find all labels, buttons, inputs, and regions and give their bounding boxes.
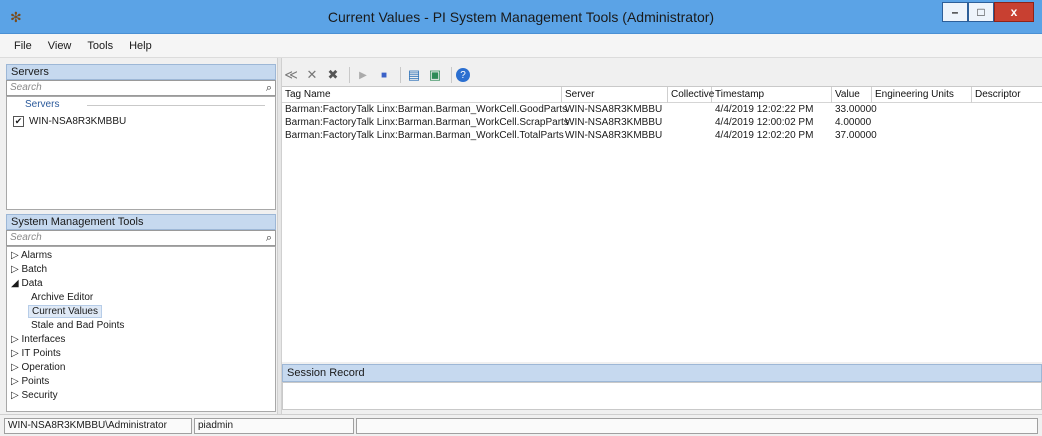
remove-all-icon[interactable]: ✖: [324, 66, 342, 84]
tree-item-security[interactable]: ▷ Security: [11, 390, 58, 401]
search-icon[interactable]: ⌕: [266, 81, 272, 95]
toolbar-separator: [451, 67, 452, 83]
toolbar-separator: [349, 67, 350, 83]
toolbar: ≪ ✕ ✖ ▶ ■ ▤ ▣ ?: [282, 64, 473, 86]
window-title: Current Values - PI System Management To…: [327, 9, 715, 25]
col-engineering-units[interactable]: Engineering Units: [872, 87, 972, 103]
current-values-table: Tag Name Server Collective Timestamp Val…: [282, 86, 1042, 362]
stop-icon[interactable]: ■: [375, 66, 393, 84]
tree-item-data[interactable]: ◢ Data: [11, 278, 43, 289]
tree-item-label: Data: [21, 278, 43, 289]
cell-server: WIN-NSA8R3KMBBU: [565, 104, 663, 115]
tree-item-current-values[interactable]: Current Values: [28, 305, 102, 318]
maximize-button[interactable]: □: [968, 2, 994, 22]
servers-list: Servers ✔ WIN-NSA8R3KMBBU: [6, 96, 276, 210]
status-user: WIN-NSA8R3KMBBU\Administrator: [4, 418, 192, 434]
group-divider: [87, 105, 265, 106]
search-icon[interactable]: ⌕: [266, 231, 272, 245]
expander-icon[interactable]: ▷: [11, 334, 19, 345]
expander-icon[interactable]: ◢: [11, 278, 19, 289]
tree-item-stale-bad-points[interactable]: Stale and Bad Points: [31, 320, 124, 331]
tree-item-archive-editor[interactable]: Archive Editor: [31, 292, 93, 303]
menu-bar: File View Tools Help: [0, 34, 1042, 58]
refresh-icon[interactable]: ▣: [426, 66, 444, 84]
col-server[interactable]: Server: [562, 87, 668, 103]
tree-item-batch[interactable]: ▷ Batch: [11, 264, 47, 275]
expander-icon[interactable]: ▷: [11, 250, 19, 261]
expander-icon[interactable]: ▷: [11, 390, 19, 401]
help-icon[interactable]: ?: [456, 68, 470, 82]
server-checkbox[interactable]: ✔: [13, 116, 24, 127]
cell-tag-name: Barman:FactoryTalk Linx:Barman.Barman_Wo…: [285, 117, 569, 128]
title-bar[interactable]: ✻ Current Values - PI System Management …: [0, 0, 1042, 34]
tree-item-operation[interactable]: ▷ Operation: [11, 362, 65, 373]
menu-tools[interactable]: Tools: [87, 40, 113, 52]
menu-view[interactable]: View: [48, 40, 72, 52]
tree-item-label: Stale and Bad Points: [31, 320, 125, 331]
col-tag-name[interactable]: Tag Name: [282, 87, 562, 103]
toolbar-separator: [400, 67, 401, 83]
servers-search-input[interactable]: Search ⌕: [6, 80, 276, 96]
expander-icon[interactable]: ▷: [11, 376, 19, 387]
cell-value: 33.00000: [835, 104, 877, 115]
tag-search-icon[interactable]: ≪: [282, 66, 300, 84]
cell-server: WIN-NSA8R3KMBBU: [565, 117, 663, 128]
cell-value: 37.00000: [835, 130, 877, 141]
tree-item-label: IT Points: [21, 348, 61, 359]
cell-tag-name: Barman:FactoryTalk Linx:Barman.Barman_Wo…: [285, 104, 568, 115]
cell-value: 4.00000: [835, 117, 872, 128]
remove-icon[interactable]: ✕: [303, 66, 321, 84]
tree-item-label: Security: [21, 390, 58, 401]
cell-timestamp: 4/4/2019 12:02:20 PM: [715, 130, 814, 141]
servers-panel-header: Servers: [6, 64, 276, 80]
export-icon[interactable]: ▤: [405, 66, 423, 84]
menu-file[interactable]: File: [14, 40, 32, 52]
expander-icon[interactable]: ▷: [11, 264, 19, 275]
menu-help[interactable]: Help: [129, 40, 152, 52]
session-record-log[interactable]: [282, 382, 1042, 410]
tree-item-it-points[interactable]: ▷ IT Points: [11, 348, 61, 359]
expander-icon[interactable]: ▷: [11, 348, 19, 359]
server-item[interactable]: ✔ WIN-NSA8R3KMBBU: [13, 116, 126, 127]
tree-item-label: Archive Editor: [31, 292, 94, 303]
play-icon[interactable]: ▶: [354, 66, 372, 84]
cell-tag-name: Barman:FactoryTalk Linx:Barman.Barman_Wo…: [285, 130, 564, 141]
smt-tree: ▷ Alarms ▷ Batch ◢ Data Archive Editor C…: [6, 246, 276, 412]
col-descriptor[interactable]: Descriptor: [972, 87, 1042, 103]
tree-item-label: Interfaces: [21, 334, 66, 345]
tree-item-label: Alarms: [20, 250, 53, 261]
close-button[interactable]: x: [994, 2, 1034, 22]
status-bar: WIN-NSA8R3KMBBU\Administrator piadmin: [0, 414, 1042, 436]
col-timestamp[interactable]: Timestamp: [712, 87, 832, 103]
tree-item-points[interactable]: ▷ Points: [11, 376, 49, 387]
servers-group-label: Servers: [25, 99, 60, 110]
tree-item-label: Operation: [21, 362, 66, 373]
col-collective[interactable]: Collective: [668, 87, 714, 103]
tree-item-alarms[interactable]: ▷ Alarms: [11, 250, 52, 261]
status-identity: piadmin: [194, 418, 354, 434]
server-item-label: WIN-NSA8R3KMBBU: [29, 116, 127, 127]
tree-item-interfaces[interactable]: ▷ Interfaces: [11, 334, 65, 345]
servers-search-placeholder: Search: [10, 82, 42, 93]
window-controls: – □ x: [942, 2, 1034, 22]
session-record-header: Session Record: [282, 364, 1042, 382]
smt-panel-header: System Management Tools: [6, 214, 276, 230]
status-message: [356, 418, 1038, 434]
cell-server: WIN-NSA8R3KMBBU: [565, 130, 663, 141]
cell-timestamp: 4/4/2019 12:00:02 PM: [715, 117, 814, 128]
expander-icon[interactable]: ▷: [11, 362, 19, 373]
tree-item-label: Batch: [21, 264, 48, 275]
smt-search-input[interactable]: Search ⌕: [6, 230, 276, 246]
table-header: Tag Name Server Collective Timestamp Val…: [282, 87, 1042, 103]
smt-search-placeholder: Search: [10, 232, 42, 243]
tree-item-label: Points: [21, 376, 50, 387]
col-value[interactable]: Value: [832, 87, 872, 103]
tree-item-label: Current Values: [32, 306, 98, 317]
minimize-button[interactable]: –: [942, 2, 968, 22]
cell-timestamp: 4/4/2019 12:02:22 PM: [715, 104, 814, 115]
